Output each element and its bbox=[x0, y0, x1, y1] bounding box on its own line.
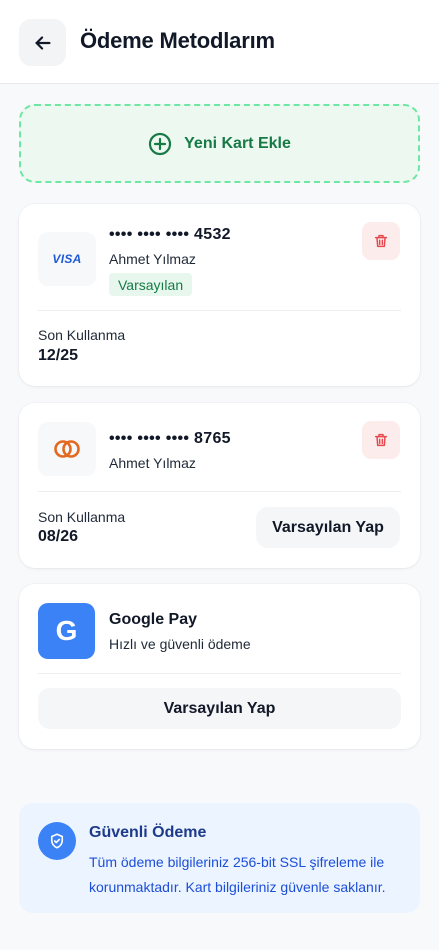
card-holder: Ahmet Yılmaz bbox=[109, 455, 196, 471]
delete-card-button[interactable] bbox=[362, 222, 400, 260]
plus-circle-icon bbox=[149, 132, 172, 155]
security-text: Tüm ödeme bilgileriniz 256-bit SSL şifre… bbox=[89, 854, 386, 895]
shield-check-icon bbox=[38, 822, 76, 860]
make-default-button[interactable]: Varsayılan Yap bbox=[256, 507, 400, 548]
google-pay-title: Google Pay bbox=[109, 611, 198, 628]
divider bbox=[38, 310, 401, 311]
expiry-label: Son Kullanma bbox=[38, 509, 126, 525]
default-badge: Varsayılan bbox=[109, 273, 193, 296]
card-brand-logo bbox=[38, 422, 96, 476]
expiry-label: Son Kullanma bbox=[38, 327, 126, 343]
google-pay-logo: G bbox=[38, 603, 95, 659]
page-title: Ödeme Metodlarım bbox=[80, 28, 275, 53]
header: Ödeme Metodlarım bbox=[0, 0, 439, 84]
mastercard-icon bbox=[54, 440, 80, 458]
google-pay-subtitle: Hızlı ve güvenli ödeme bbox=[109, 636, 251, 652]
payment-card-mastercard[interactable]: •••• •••• •••• 8765 Ahmet Yılmaz Son Kul… bbox=[19, 403, 420, 568]
visa-logo: VISA bbox=[52, 252, 82, 266]
payment-card-visa[interactable]: VISA •••• •••• •••• 4532 Ahmet Yılmaz Va… bbox=[19, 204, 420, 386]
arrow-left-icon bbox=[34, 35, 51, 50]
security-title: Güvenli Ödeme bbox=[89, 824, 207, 841]
divider bbox=[38, 491, 401, 492]
expiry-value: 12/25 bbox=[38, 347, 79, 364]
expiry-value: 08/26 bbox=[38, 528, 79, 545]
back-button[interactable] bbox=[19, 19, 66, 66]
trash-icon bbox=[374, 433, 388, 447]
security-info-box: Güvenli Ödeme Tüm ödeme bilgileriniz 256… bbox=[19, 803, 420, 913]
card-number: •••• •••• •••• 4532 bbox=[109, 226, 231, 243]
divider bbox=[38, 673, 401, 674]
card-number: •••• •••• •••• 8765 bbox=[109, 430, 231, 447]
add-card-label: Yeni Kart Ekle bbox=[184, 134, 291, 152]
trash-icon bbox=[374, 234, 388, 248]
add-card-button[interactable]: Yeni Kart Ekle bbox=[19, 104, 420, 183]
payment-method-google-pay[interactable]: G Google Pay Hızlı ve güvenli ödeme Vars… bbox=[19, 584, 420, 749]
delete-card-button[interactable] bbox=[362, 421, 400, 459]
card-holder: Ahmet Yılmaz bbox=[109, 251, 196, 267]
make-default-button[interactable]: Varsayılan Yap bbox=[38, 688, 401, 729]
card-brand-logo: VISA bbox=[38, 232, 96, 286]
